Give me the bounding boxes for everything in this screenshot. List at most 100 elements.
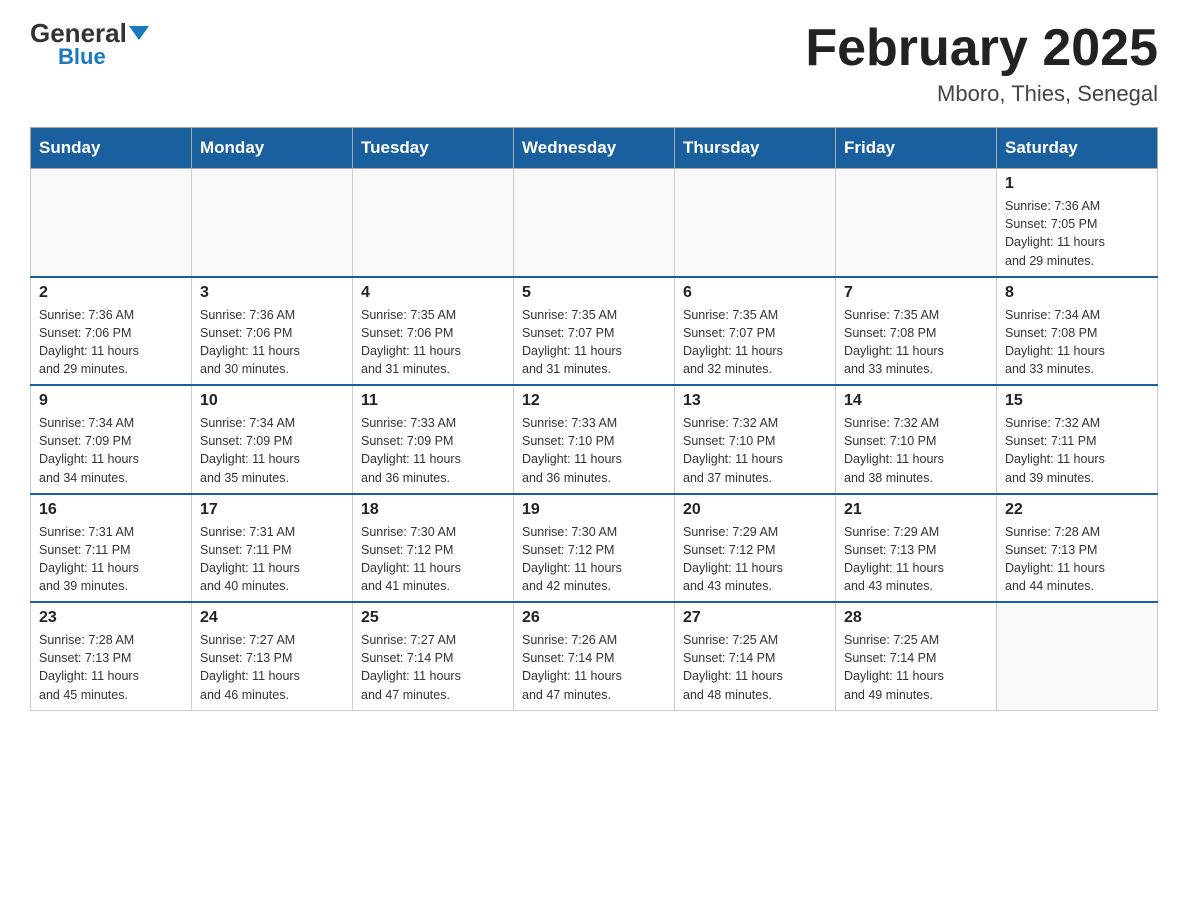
calendar-cell: 4 Sunrise: 7:35 AM Sunset: 7:06 PM Daylig… [353,277,514,386]
day-info: Sunrise: 7:32 AM Sunset: 7:11 PM Dayligh… [1005,414,1149,487]
weekday-header: Saturday [997,128,1158,169]
day-number: 2 [39,284,183,302]
day-info: Sunrise: 7:36 AM Sunset: 7:06 PM Dayligh… [200,306,344,379]
day-info: Sunrise: 7:34 AM Sunset: 7:08 PM Dayligh… [1005,306,1149,379]
day-info: Sunrise: 7:28 AM Sunset: 7:13 PM Dayligh… [1005,523,1149,596]
day-info: Sunrise: 7:30 AM Sunset: 7:12 PM Dayligh… [361,523,505,596]
calendar-cell: 13Sunrise: 7:32 AM Sunset: 7:10 PM Dayli… [675,385,836,494]
location-label: Mboro, Thies, Senegal [805,81,1158,107]
calendar-cell [353,169,514,277]
day-info: Sunrise: 7:28 AM Sunset: 7:13 PM Dayligh… [39,631,183,704]
day-number: 19 [522,501,666,519]
calendar-week-row: 2 Sunrise: 7:36 AM Sunset: 7:06 PM Daylig… [31,277,1158,386]
day-info: Sunrise: 7:35 AM Sunset: 7:07 PM Dayligh… [683,306,827,379]
day-info: Sunrise: 7:35 AM Sunset: 7:06 PM Dayligh… [361,306,505,379]
calendar-week-row: 9 Sunrise: 7:34 AM Sunset: 7:09 PM Daylig… [31,385,1158,494]
calendar-cell: 18Sunrise: 7:30 AM Sunset: 7:12 PM Dayli… [353,494,514,603]
calendar-week-row: 23 Sunrise: 7:28 AM Sunset: 7:13 PM Dayli… [31,602,1158,710]
calendar-cell: 10 Sunrise: 7:34 AM Sunset: 7:09 PM Dayli… [192,385,353,494]
day-info: Sunrise: 7:34 AM Sunset: 7:09 PM Dayligh… [200,414,344,487]
day-number: 10 [200,392,344,410]
day-number: 3 [200,284,344,302]
weekday-header: Monday [192,128,353,169]
calendar-cell: 23 Sunrise: 7:28 AM Sunset: 7:13 PM Dayli… [31,602,192,710]
calendar-cell: 9 Sunrise: 7:34 AM Sunset: 7:09 PM Daylig… [31,385,192,494]
day-info: Sunrise: 7:30 AM Sunset: 7:12 PM Dayligh… [522,523,666,596]
day-info: Sunrise: 7:31 AM Sunset: 7:11 PM Dayligh… [39,523,183,596]
weekday-header: Tuesday [353,128,514,169]
day-number: 15 [1005,392,1149,410]
calendar-cell: 16 Sunrise: 7:31 AM Sunset: 7:11 PM Dayli… [31,494,192,603]
day-number: 1 [1005,175,1149,193]
day-number: 5 [522,284,666,302]
calendar-cell [31,169,192,277]
day-number: 21 [844,501,988,519]
calendar-table: SundayMondayTuesdayWednesdayThursdayFrid… [30,127,1158,711]
day-number: 20 [683,501,827,519]
day-number: 17 [200,501,344,519]
day-info: Sunrise: 7:32 AM Sunset: 7:10 PM Dayligh… [844,414,988,487]
day-number: 7 [844,284,988,302]
calendar-cell: 5 Sunrise: 7:35 AM Sunset: 7:07 PM Daylig… [514,277,675,386]
day-number: 9 [39,392,183,410]
weekday-header: Friday [836,128,997,169]
calendar-cell: 14 Sunrise: 7:32 AM Sunset: 7:10 PM Dayli… [836,385,997,494]
calendar-cell: 8 Sunrise: 7:34 AM Sunset: 7:08 PM Daylig… [997,277,1158,386]
calendar-cell: 24 Sunrise: 7:27 AM Sunset: 7:13 PM Dayli… [192,602,353,710]
month-title: February 2025 [805,20,1158,77]
day-number: 14 [844,392,988,410]
logo-general-text: General [30,20,149,46]
day-number: 11 [361,392,505,410]
logo-triangle-icon [129,26,149,40]
calendar-cell: 3 Sunrise: 7:36 AM Sunset: 7:06 PM Daylig… [192,277,353,386]
day-info: Sunrise: 7:35 AM Sunset: 7:08 PM Dayligh… [844,306,988,379]
day-number: 22 [1005,501,1149,519]
day-number: 8 [1005,284,1149,302]
day-number: 23 [39,609,183,627]
day-number: 25 [361,609,505,627]
day-number: 6 [683,284,827,302]
day-info: Sunrise: 7:33 AM Sunset: 7:09 PM Dayligh… [361,414,505,487]
calendar-cell: 19 Sunrise: 7:30 AM Sunset: 7:12 PM Dayli… [514,494,675,603]
calendar-week-row: 1 Sunrise: 7:36 AM Sunset: 7:05 PM Daylig… [31,169,1158,277]
day-info: Sunrise: 7:27 AM Sunset: 7:14 PM Dayligh… [361,631,505,704]
title-block: February 2025 Mboro, Thies, Senegal [805,20,1158,107]
calendar-cell [836,169,997,277]
day-info: Sunrise: 7:25 AM Sunset: 7:14 PM Dayligh… [844,631,988,704]
calendar-cell [997,602,1158,710]
calendar-cell [675,169,836,277]
day-info: Sunrise: 7:33 AM Sunset: 7:10 PM Dayligh… [522,414,666,487]
logo-blue-text: Blue [58,46,106,68]
logo: General Blue [30,20,149,68]
day-info: Sunrise: 7:36 AM Sunset: 7:05 PM Dayligh… [1005,197,1149,270]
weekday-header: Thursday [675,128,836,169]
day-info: Sunrise: 7:29 AM Sunset: 7:13 PM Dayligh… [844,523,988,596]
calendar-cell: 1 Sunrise: 7:36 AM Sunset: 7:05 PM Daylig… [997,169,1158,277]
weekday-header-row: SundayMondayTuesdayWednesdayThursdayFrid… [31,128,1158,169]
day-info: Sunrise: 7:26 AM Sunset: 7:14 PM Dayligh… [522,631,666,704]
calendar-cell: 7 Sunrise: 7:35 AM Sunset: 7:08 PM Daylig… [836,277,997,386]
day-info: Sunrise: 7:31 AM Sunset: 7:11 PM Dayligh… [200,523,344,596]
calendar-week-row: 16 Sunrise: 7:31 AM Sunset: 7:11 PM Dayli… [31,494,1158,603]
day-info: Sunrise: 7:27 AM Sunset: 7:13 PM Dayligh… [200,631,344,704]
calendar-cell: 17 Sunrise: 7:31 AM Sunset: 7:11 PM Dayli… [192,494,353,603]
weekday-header: Sunday [31,128,192,169]
day-number: 24 [200,609,344,627]
day-info: Sunrise: 7:29 AM Sunset: 7:12 PM Dayligh… [683,523,827,596]
calendar-cell: 2Sunrise: 7:36 AM Sunset: 7:06 PM Daylig… [31,277,192,386]
calendar-cell: 27Sunrise: 7:25 AM Sunset: 7:14 PM Dayli… [675,602,836,710]
day-info: Sunrise: 7:34 AM Sunset: 7:09 PM Dayligh… [39,414,183,487]
calendar-cell: 21 Sunrise: 7:29 AM Sunset: 7:13 PM Dayli… [836,494,997,603]
calendar-cell: 22 Sunrise: 7:28 AM Sunset: 7:13 PM Dayli… [997,494,1158,603]
calendar-cell: 15 Sunrise: 7:32 AM Sunset: 7:11 PM Dayli… [997,385,1158,494]
day-number: 26 [522,609,666,627]
calendar-cell: 11 Sunrise: 7:33 AM Sunset: 7:09 PM Dayli… [353,385,514,494]
day-number: 13 [683,392,827,410]
day-number: 27 [683,609,827,627]
day-number: 28 [844,609,988,627]
page-header: General Blue February 2025 Mboro, Thies,… [30,20,1158,107]
day-number: 4 [361,284,505,302]
day-number: 12 [522,392,666,410]
day-number: 16 [39,501,183,519]
day-info: Sunrise: 7:35 AM Sunset: 7:07 PM Dayligh… [522,306,666,379]
